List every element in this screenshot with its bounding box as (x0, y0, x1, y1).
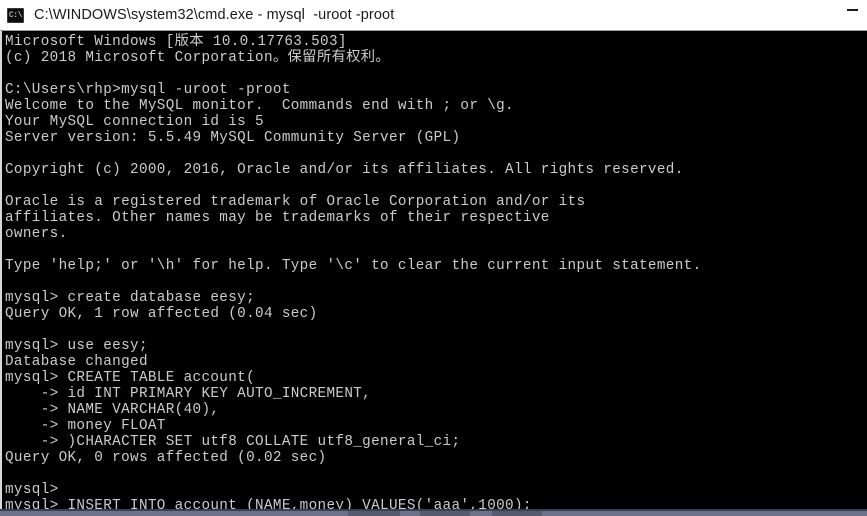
windows-taskbar[interactable] (0, 509, 867, 516)
terminal-line: Query OK, 1 row affected (0.04 sec) (5, 306, 318, 322)
terminal-line: -> )CHARACTER SET utf8 COLLATE utf8_gene… (5, 434, 461, 450)
terminal-line: mysql> CREATE TABLE account( (5, 370, 256, 386)
taskbar-item[interactable] (348, 511, 400, 516)
terminal-line: Database changed (5, 354, 148, 370)
terminal-line: Query OK, 0 rows affected (0.02 sec) (5, 450, 327, 466)
terminal-line: Welcome to the MySQL monitor. Commands e… (5, 98, 514, 114)
terminal-line: -> money FLOAT (5, 418, 166, 434)
terminal-line: Type 'help;' or '\h' for help. Type '\c'… (5, 258, 702, 274)
terminal-line: Copyright (c) 2000, 2016, Oracle and/or … (5, 162, 684, 178)
cmd-console-window: C:\WINDOWS\system32\cmd.exe - mysql -uro… (0, 0, 867, 516)
terminal-line: mysql> INSERT INTO account (NAME,money) … (5, 498, 532, 509)
window-titlebar[interactable]: C:\WINDOWS\system32\cmd.exe - mysql -uro… (0, 0, 867, 31)
terminal-output-area[interactable]: Microsoft Windows [版本 10.0.17763.503] (c… (0, 31, 867, 509)
window-controls (837, 0, 867, 31)
taskbar-item[interactable] (420, 511, 470, 516)
terminal-line: mysql> use eesy; (5, 338, 148, 354)
terminal-line: (c) 2018 Microsoft Corporation。保留所有权利。 (5, 50, 391, 66)
minimize-button[interactable] (837, 0, 867, 26)
taskbar-item[interactable] (492, 511, 542, 516)
terminal-line: owners. (5, 226, 68, 242)
terminal-line: Server version: 5.5.49 MySQL Community S… (5, 130, 461, 146)
terminal-line: Oracle is a registered trademark of Orac… (5, 194, 586, 210)
terminal-line: Microsoft Windows [版本 10.0.17763.503] (5, 34, 347, 50)
terminal-line: -> NAME VARCHAR(40), (5, 402, 220, 418)
terminal-line: affiliates. Other names may be trademark… (5, 210, 550, 226)
terminal-line: Your MySQL connection id is 5 (5, 114, 264, 130)
terminal-line: -> id INT PRIMARY KEY AUTO_INCREMENT, (5, 386, 372, 402)
minimize-icon (846, 8, 858, 11)
terminal-line: mysql> (5, 482, 59, 498)
window-title: C:\WINDOWS\system32\cmd.exe - mysql -uro… (34, 7, 395, 23)
cmd-console-icon (7, 7, 24, 23)
terminal-line: C:\Users\rhp>mysql -uroot -proot (5, 82, 291, 98)
terminal-line: mysql> create database eesy; (5, 290, 256, 306)
terminal-lines: Microsoft Windows [版本 10.0.17763.503] (c… (2, 34, 864, 509)
